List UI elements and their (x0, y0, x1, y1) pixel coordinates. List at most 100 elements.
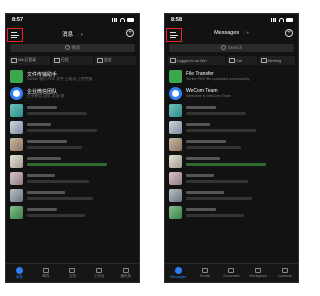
search-input[interactable]: 搜索 (10, 44, 135, 52)
document-icon (69, 268, 76, 273)
avatar (10, 155, 23, 168)
quick-meeting[interactable]: Meeting (258, 56, 295, 65)
add-icon[interactable]: + (126, 29, 134, 37)
tab-email[interactable]: 邮件 (33, 264, 60, 282)
avatar (169, 172, 182, 185)
title-count-icon: ◌ ▾ (242, 30, 249, 35)
avatar (10, 189, 23, 202)
blurred-preview (186, 180, 248, 183)
list-item[interactable] (6, 119, 139, 136)
grid-icon (255, 268, 262, 273)
tab-messages[interactable]: Messages (165, 264, 192, 282)
quick-login[interactable]: Logged in on Win (168, 56, 226, 65)
phone-right: 8:58 Messages ◌ ▾ + Search Logged in on … (164, 13, 299, 283)
tab-label: Messages (170, 275, 187, 279)
quick-login-label: Win已登录 (18, 58, 36, 62)
blurred-preview (186, 112, 246, 115)
quick-actions: Logged in on Win Cal Meeting (165, 56, 298, 65)
tab-contacts[interactable]: Contacts (271, 264, 298, 282)
tab-label: 邮件 (42, 274, 50, 278)
list-item[interactable] (165, 204, 298, 221)
page-title: Messages (214, 30, 240, 36)
blurred-name (186, 123, 210, 126)
list-item[interactable] (6, 170, 139, 187)
tab-docs[interactable]: 文档 (59, 264, 86, 282)
quick-login[interactable]: Win已登录 (9, 56, 50, 65)
mail-icon (42, 268, 49, 273)
list-item[interactable]: 文件传输助手 Scribe 我们 PDF 文件 已成功 上传完成 (6, 68, 139, 85)
wifi-icon (279, 18, 284, 22)
blurred-preview (27, 197, 93, 200)
search-icon (220, 45, 226, 51)
wecom-icon (10, 87, 23, 100)
avatar (10, 121, 23, 134)
blurred-name (27, 140, 67, 143)
list-item[interactable]: WeCom Team Welcome to WeCom Team (165, 85, 298, 102)
blurred-preview (186, 197, 252, 200)
avatar (169, 104, 182, 117)
tab-label: Emails (199, 274, 211, 278)
quick-actions: Win已登录 日程 会议 (6, 56, 139, 65)
page-title: 消息 (62, 32, 74, 38)
quick-calendar-label: Cal (236, 58, 242, 63)
contacts-icon (281, 268, 288, 273)
avatar (10, 104, 23, 117)
tab-label: 文档 (68, 274, 76, 278)
tab-docs[interactable]: Document (218, 264, 245, 282)
blurred-name (27, 174, 55, 177)
list-item[interactable] (6, 136, 139, 153)
status-bar: 8:58 (171, 16, 293, 25)
list-item[interactable] (165, 119, 298, 136)
list-item[interactable] (6, 102, 139, 119)
tab-contacts[interactable]: 通讯录 (112, 264, 139, 282)
blurred-name (27, 191, 65, 194)
wifi-icon (120, 18, 125, 22)
search-placeholder: 搜索 (71, 45, 81, 50)
avatar (10, 172, 23, 185)
add-icon[interactable]: + (285, 29, 293, 37)
document-icon (228, 268, 235, 273)
list-item[interactable] (6, 204, 139, 221)
list-item[interactable] (6, 153, 139, 170)
title-count-icon: ◌ ▾ (76, 32, 83, 37)
signal-icon (112, 18, 118, 22)
blurred-preview (186, 129, 256, 132)
quick-calendar[interactable]: Cal (227, 56, 257, 65)
quick-meeting-label: 会议 (104, 58, 112, 62)
chat-list: 文件传输助手 Scribe 我们 PDF 文件 已成功 上传完成 企业微信团队 … (6, 68, 139, 221)
list-item[interactable] (165, 136, 298, 153)
tab-bar: Messages Emails Document Workspace Conta… (165, 263, 298, 282)
search-input[interactable]: Search (169, 44, 294, 52)
blurred-name (27, 123, 51, 126)
tab-workspace[interactable]: Workspace (245, 264, 272, 282)
chat-icon (174, 267, 182, 274)
blurred-preview (186, 146, 241, 149)
folder-icon (169, 70, 182, 83)
list-item[interactable] (165, 170, 298, 187)
tab-label: Workspace (249, 274, 267, 278)
tab-workspace[interactable]: 工作台 (86, 264, 113, 282)
blurred-name (186, 208, 216, 211)
blurred-name (186, 106, 216, 109)
tab-messages[interactable]: 消息 (6, 264, 33, 282)
quick-meeting[interactable]: 会议 (95, 56, 136, 65)
tab-email[interactable]: Emails (192, 264, 219, 282)
blurred-preview (186, 163, 266, 166)
list-item[interactable]: File Transfer Scribe PDF file uploaded s… (165, 68, 298, 85)
list-item[interactable] (165, 102, 298, 119)
list-item[interactable] (165, 153, 298, 170)
blurred-preview (27, 180, 89, 183)
blurred-preview (27, 112, 87, 115)
computer-icon (11, 58, 17, 63)
list-item[interactable] (165, 187, 298, 204)
status-time: 8:58 (171, 17, 183, 23)
computer-icon (170, 58, 176, 63)
header: Messages ◌ ▾ + (165, 27, 298, 43)
list-item[interactable]: 企业微信团队 企业微信 团队 欢迎 你 (6, 85, 139, 102)
quick-calendar[interactable]: 日程 (52, 56, 93, 65)
grid-icon (96, 268, 103, 273)
status-time: 8:57 (12, 17, 24, 23)
calendar-icon (54, 58, 60, 63)
blurred-preview (186, 214, 244, 217)
list-item[interactable] (6, 187, 139, 204)
